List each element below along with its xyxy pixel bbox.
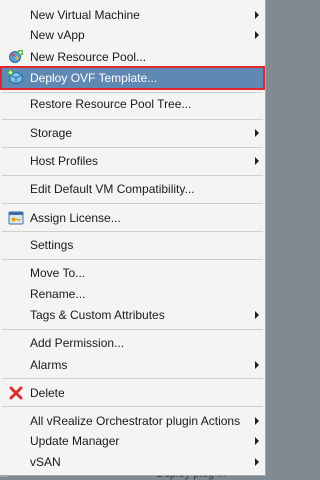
menu-item-label: Update Manager [30, 434, 120, 448]
menu-separator [2, 329, 263, 330]
submenu-arrow-icon [255, 417, 259, 425]
menu-item-rename[interactable]: Rename... [0, 284, 265, 304]
menu-item-update-manager[interactable]: Update Manager [0, 431, 265, 451]
menu-item-label: Delete [30, 386, 65, 400]
submenu-arrow-icon [255, 156, 259, 165]
menu-item-label: Assign License... [30, 210, 121, 225]
menu-separator [2, 203, 263, 204]
menu-item-label: New vApp [30, 28, 85, 42]
menu-separator [2, 406, 263, 407]
menu-item-label: Edit Default VM Compatibility... [30, 181, 195, 196]
submenu-arrow-icon [255, 437, 259, 445]
menu-item-settings[interactable]: Settings [0, 234, 265, 255]
menu-item-label: Move To... [30, 266, 86, 280]
menu-item-label: Tags & Custom Attributes [30, 308, 165, 322]
menu-item-new-resource-pool[interactable]: New Resource Pool... [0, 46, 265, 67]
menu-item-restore-resource-pool-tree[interactable]: Restore Resource Pool Tree... [0, 94, 265, 114]
menu-item-label: Settings [30, 237, 74, 252]
submenu-arrow-icon [255, 31, 259, 39]
submenu-arrow-icon [255, 360, 259, 369]
menu-item-delete[interactable]: Delete [0, 382, 265, 404]
menu-item-label: Storage [30, 125, 73, 140]
menu-item-label: Restore Resource Pool Tree... [30, 97, 192, 111]
delete-x-icon [8, 385, 24, 401]
menu-item-new-vapp[interactable]: New vApp [0, 25, 265, 45]
menu-item-label: Add Permission... [30, 336, 125, 350]
context-menu: New Virtual Machine New vApp New Resourc… [0, 0, 266, 476]
resource-pool-icon [8, 49, 24, 65]
menu-item-new-virtual-machine[interactable]: New Virtual Machine [0, 5, 265, 25]
menu-item-add-permission[interactable]: Add Permission... [0, 333, 265, 353]
menu-item-host-profiles[interactable]: Host Profiles [0, 150, 265, 171]
menu-separator [2, 231, 263, 232]
menu-item-label: New Virtual Machine [30, 8, 140, 22]
menu-item-label: Rename... [30, 287, 86, 301]
menu-item-label: All vRealize Orchestrator plugin Actions [30, 414, 241, 428]
menu-item-tags-custom-attributes[interactable]: Tags & Custom Attributes [0, 305, 265, 325]
menu-item-move-to[interactable]: Move To... [0, 263, 265, 283]
deploy-ovf-icon [8, 70, 24, 86]
menu-item-label: Alarms [30, 357, 68, 372]
menu-item-vsan[interactable]: vSAN [0, 452, 265, 472]
menu-separator [2, 378, 263, 379]
menu-separator [2, 147, 263, 148]
menu-separator [2, 259, 263, 260]
submenu-arrow-icon [255, 458, 259, 466]
menu-separator [2, 92, 263, 93]
menu-separator [2, 175, 263, 176]
menu-item-label: Host Profiles [30, 153, 99, 168]
menu-item-alarms[interactable]: Alarms [0, 354, 265, 375]
menu-item-assign-license[interactable]: Assign License... [0, 207, 265, 228]
menu-item-vrealize-orchestrator-actions[interactable]: All vRealize Orchestrator plugin Actions [0, 411, 265, 431]
menu-item-label: Deploy OVF Template... [30, 71, 158, 85]
menu-item-label: New Resource Pool... [30, 49, 147, 64]
submenu-arrow-icon [255, 128, 259, 137]
menu-item-deploy-ovf-template[interactable]: Deploy OVF Template... [0, 66, 265, 90]
menu-separator [2, 119, 263, 120]
submenu-arrow-icon [255, 11, 259, 19]
menu-item-edit-default-vm-compatibility[interactable]: Edit Default VM Compatibility... [0, 178, 265, 199]
license-key-icon [8, 210, 24, 226]
menu-item-label: vSAN [30, 455, 61, 469]
submenu-arrow-icon [255, 311, 259, 319]
menu-item-storage[interactable]: Storage [0, 122, 265, 143]
